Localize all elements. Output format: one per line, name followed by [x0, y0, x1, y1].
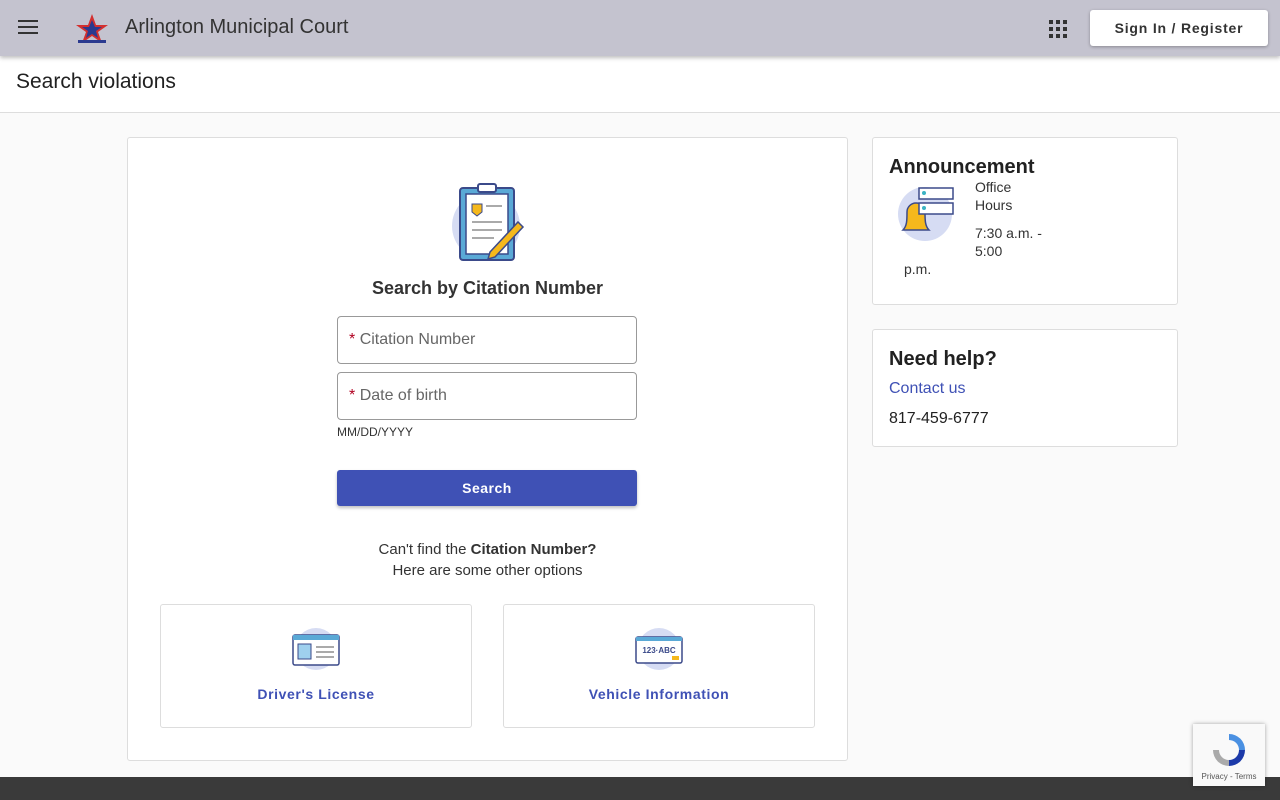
phone-number: 817-459-6777 — [889, 410, 989, 427]
recaptcha-badge[interactable]: Privacy - Terms — [1193, 724, 1265, 786]
recaptcha-icon — [1213, 734, 1245, 766]
recaptcha-links[interactable]: Privacy - Terms — [1193, 772, 1265, 781]
contact-us-link[interactable]: Contact us — [889, 380, 965, 398]
announcement-title: Announcement — [889, 156, 1035, 178]
search-heading: Search by Citation Number — [371, 278, 604, 298]
announcement-card: Announcement Office Hours 7:30 a.m. - 5:… — [872, 137, 1178, 305]
arlington-logo[interactable] — [74, 12, 110, 46]
page-title: Search violations — [16, 70, 176, 93]
bell-notification-icon — [898, 187, 954, 241]
dob-format-hint: MM/DD/YYYY — [337, 425, 414, 439]
office-hours-time-end: p.m. — [904, 261, 932, 277]
search-card: Search by Citation Number * Citation Num… — [127, 137, 848, 761]
drivers-license-label: Driver's License — [257, 686, 375, 702]
drivers-license-option[interactable]: Driver's License — [160, 604, 472, 728]
search-button[interactable]: Search — [337, 470, 637, 506]
footer — [0, 777, 1280, 800]
menu-icon[interactable] — [18, 20, 38, 38]
date-of-birth-input[interactable]: * Date of birth — [337, 372, 637, 420]
citation-number-input[interactable]: * Citation Number — [337, 316, 637, 364]
office-hours-time: 7:30 a.m. - 5:00 — [975, 225, 1042, 259]
sign-in-register-button[interactable]: Sign In / Register — [1090, 10, 1268, 46]
license-plate-icon: 123·ABC — [635, 628, 683, 670]
page-header: Search violations — [0, 56, 1280, 113]
vehicle-information-option[interactable]: 123·ABC Vehicle Information — [503, 604, 815, 728]
other-options-text: Can't find the Citation Number? Here are … — [378, 541, 597, 579]
drivers-license-icon — [292, 628, 340, 670]
top-app-bar: Arlington Municipal Court Sign In / Regi… — [0, 0, 1280, 56]
app-title: Arlington Municipal Court — [125, 16, 349, 38]
help-card: Need help? Contact us 817-459-6777 — [872, 329, 1178, 447]
svg-text:123·ABC: 123·ABC — [642, 646, 676, 655]
clipboard-icon — [452, 183, 525, 261]
office-hours-label: Office Hours — [975, 179, 1013, 213]
help-title: Need help? — [889, 348, 997, 370]
vehicle-information-label: Vehicle Information — [588, 686, 730, 702]
apps-grid-icon[interactable] — [1049, 20, 1067, 38]
